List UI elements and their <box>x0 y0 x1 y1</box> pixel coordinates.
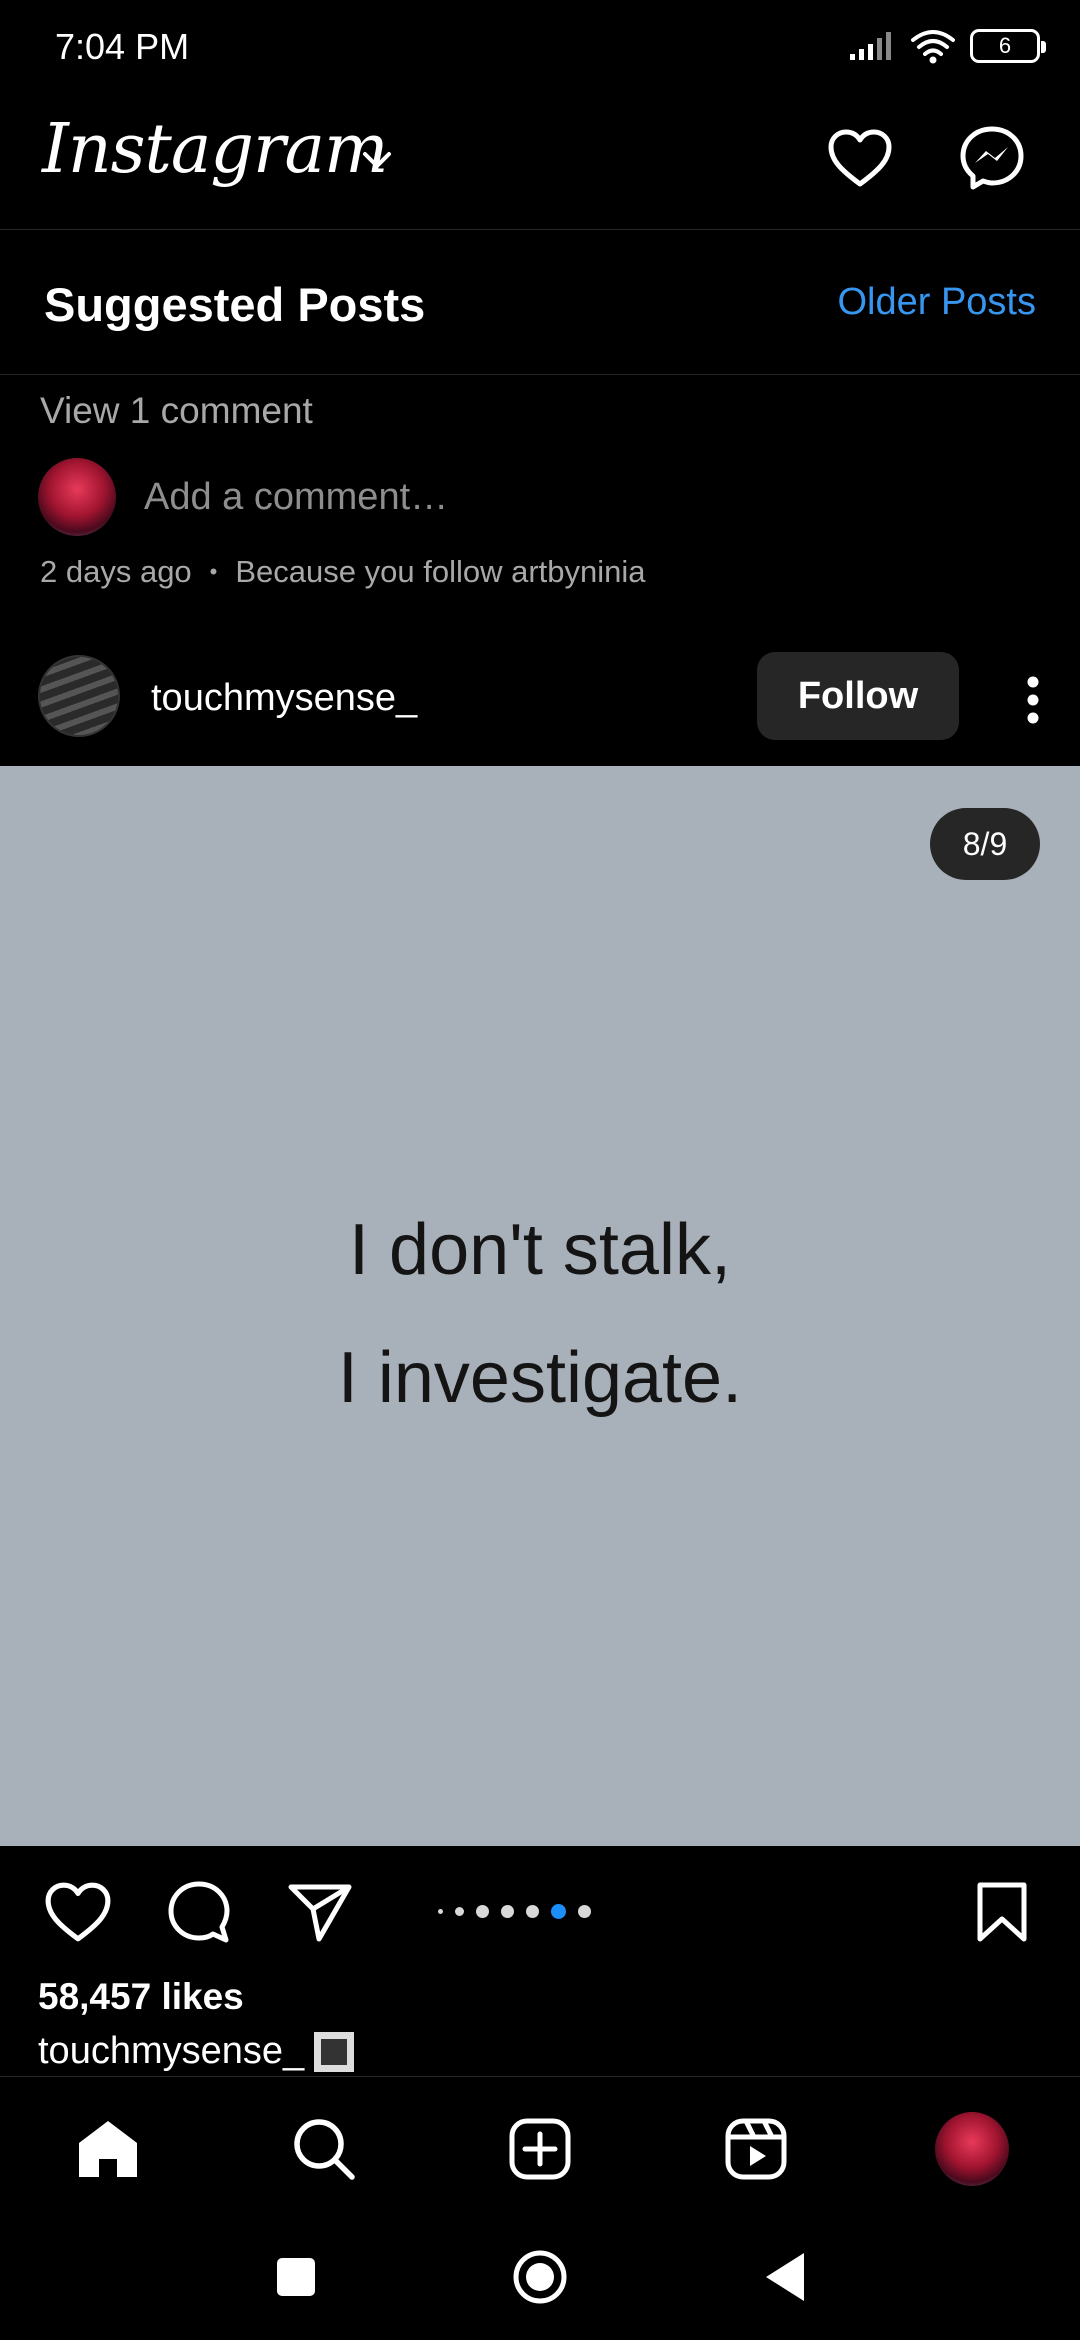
post-time: 2 days ago <box>40 554 192 589</box>
wifi-icon <box>911 30 955 64</box>
older-posts-link[interactable]: Older Posts <box>837 281 1036 324</box>
recents-button[interactable] <box>261 2242 331 2312</box>
carousel-dot <box>455 1907 464 1916</box>
post-meta: 2 days ago • Because you follow artbynin… <box>40 554 646 590</box>
chevron-down-icon[interactable] <box>360 148 394 172</box>
post-actions <box>0 1846 1080 1970</box>
home-icon[interactable] <box>68 2109 148 2189</box>
caption: touchmysense_ <box>38 2030 355 2073</box>
post-author-avatar[interactable] <box>38 655 120 737</box>
system-navigation <box>0 2212 1080 2340</box>
caption-username[interactable]: touchmysense_ <box>38 2030 304 2073</box>
carousel-dot <box>578 1905 591 1918</box>
instagram-feed-screen: 7:04 PM 6 Instagram Suggested Posts Olde… <box>0 0 1080 2340</box>
quote-text: I don't stalk, I investigate. <box>0 1186 1080 1442</box>
quote-line-2: I investigate. <box>337 1338 743 1418</box>
messenger-icon[interactable] <box>952 118 1032 198</box>
post-username[interactable]: touchmysense_ <box>151 677 417 720</box>
profile-tab[interactable] <box>932 2109 1012 2189</box>
signal-icon <box>850 32 891 60</box>
post-header: touchmysense_ Follow <box>0 635 1080 765</box>
carousel-dot <box>501 1905 514 1918</box>
follow-button[interactable]: Follow <box>757 652 959 740</box>
carousel-dot-active <box>551 1904 566 1919</box>
battery-level: 6 <box>998 33 1012 58</box>
share-icon[interactable] <box>284 1876 356 1948</box>
suggested-posts-title: Suggested Posts <box>44 278 426 331</box>
more-options-icon[interactable] <box>1008 665 1058 735</box>
status-bar: 7:04 PM 6 <box>0 0 1080 96</box>
add-comment-input[interactable]: Add a comment… <box>144 476 448 519</box>
reels-icon[interactable] <box>716 2109 796 2189</box>
carousel-dot <box>476 1905 489 1918</box>
profile-avatar[interactable] <box>935 2112 1009 2186</box>
heart-icon[interactable] <box>820 118 900 198</box>
avatar <box>38 458 116 536</box>
battery-icon: 6 <box>970 29 1046 63</box>
bookmark-icon[interactable] <box>966 1876 1038 1948</box>
quote-line-1: I don't stalk, <box>349 1210 731 1290</box>
suggested-posts-header: Suggested Posts Older Posts <box>0 231 1080 375</box>
search-icon[interactable] <box>284 2109 364 2189</box>
bottom-navigation <box>0 2076 1080 2212</box>
carousel-indicator <box>438 1904 591 1919</box>
instagram-logo[interactable]: Instagram <box>42 110 388 189</box>
suggestion-reason: Because you follow artbyninia <box>235 554 646 589</box>
status-icons: 6 <box>848 28 1046 64</box>
create-icon[interactable] <box>500 2109 580 2189</box>
post-image[interactable]: 8/9 I don't stalk, I investigate. <box>0 766 1080 1846</box>
home-button[interactable] <box>505 2242 575 2312</box>
carousel-dot <box>526 1905 539 1918</box>
view-comments-link[interactable]: View 1 comment <box>40 390 313 432</box>
comment-icon[interactable] <box>163 1876 235 1948</box>
app-bar: Instagram <box>0 96 1080 230</box>
caption-emoji <box>314 2031 355 2072</box>
status-time: 7:04 PM <box>55 26 190 67</box>
back-button[interactable] <box>750 2242 820 2312</box>
likes-count[interactable]: 58,457 likes <box>38 1976 244 2018</box>
separator-dot: • <box>209 559 218 584</box>
carousel-counter: 8/9 <box>930 808 1040 880</box>
like-icon[interactable] <box>42 1876 114 1948</box>
carousel-dot <box>438 1909 443 1914</box>
